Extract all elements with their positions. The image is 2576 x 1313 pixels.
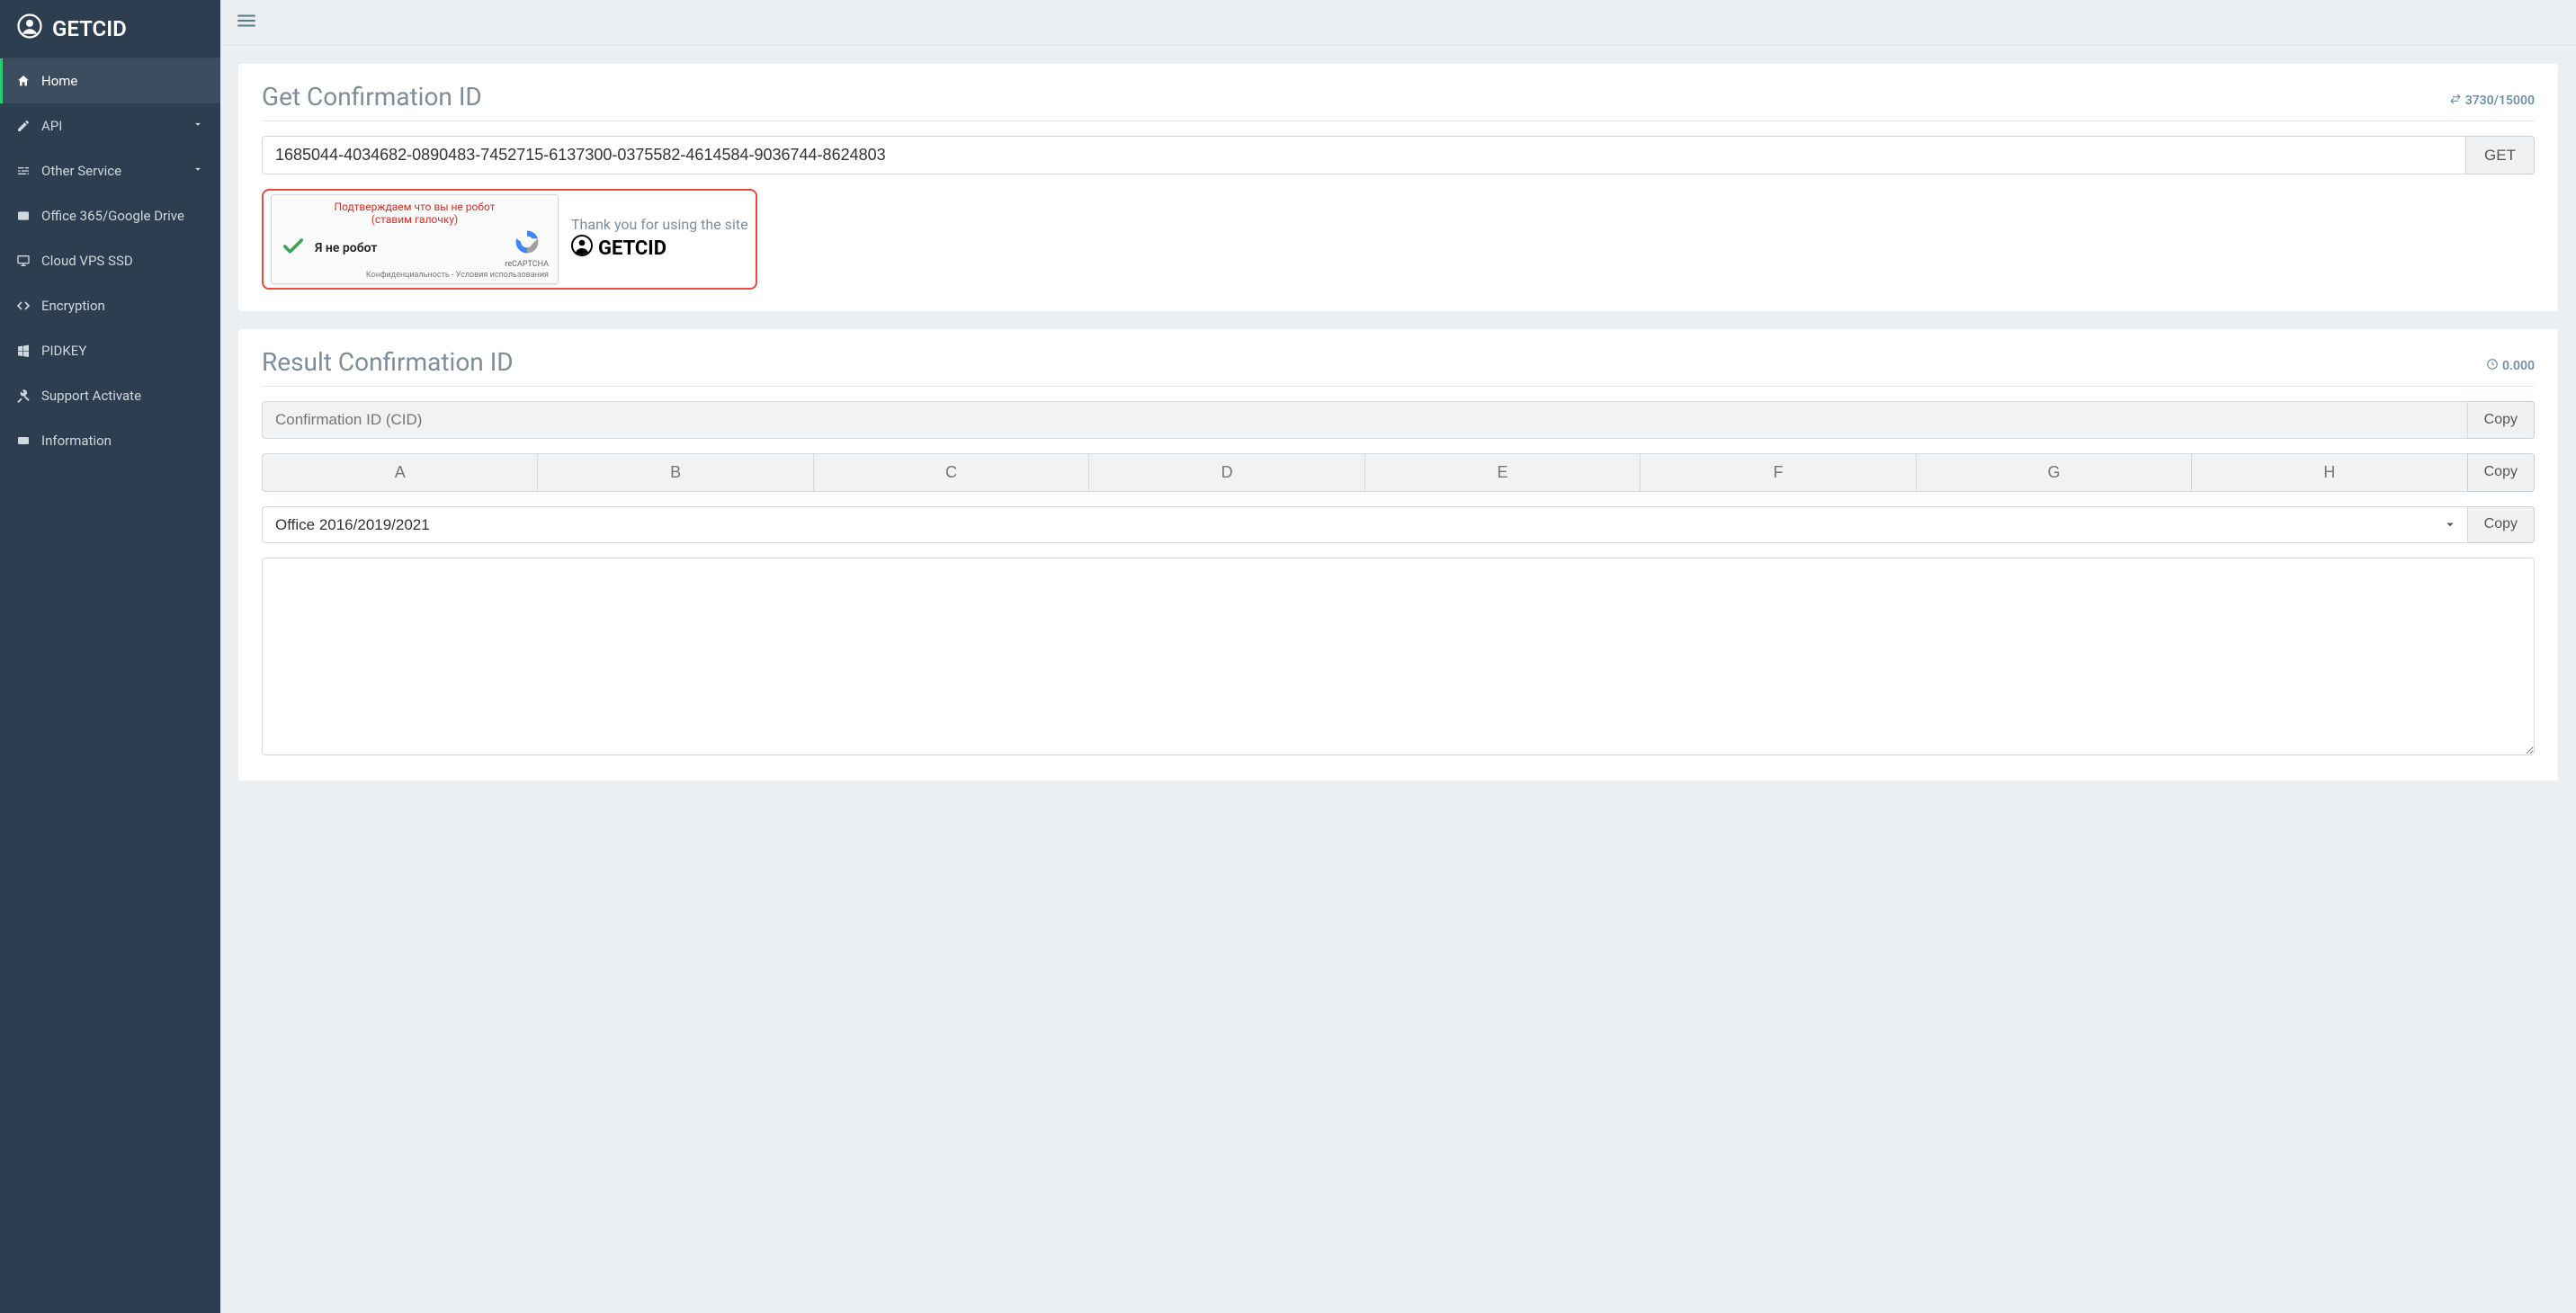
captcha-terms-link[interactable]: Условия использования (456, 271, 549, 280)
sliders-icon (16, 164, 31, 178)
card-icon (16, 209, 31, 223)
thanks-block: Thank you for using the site GETCID (571, 216, 748, 262)
sidebar-item-label: Information (41, 433, 112, 449)
sidebar-item-api[interactable]: API (0, 103, 220, 148)
monitor-icon (16, 254, 31, 268)
thanks-text: Thank you for using the site (571, 216, 748, 233)
topbar (220, 0, 2576, 46)
brand-name: GETCID (52, 16, 127, 41)
sidebar-item-cloud-vps[interactable]: Cloud VPS SSD (0, 238, 220, 283)
sidebar: GETCID Home API Other Service Office 365… (0, 0, 220, 1313)
tools-icon (16, 389, 31, 403)
cid-output[interactable] (262, 401, 2468, 439)
code-icon (16, 299, 31, 313)
recaptcha-label: reCAPTCHA (505, 260, 549, 269)
result-panel-title: Result Confirmation ID (262, 347, 514, 377)
captcha-highlight-box: Подтверждаем что вы не робот (ставим гал… (262, 189, 757, 290)
usage-counter: 3730/15000 (2449, 93, 2535, 109)
user-circle-icon (571, 235, 593, 262)
chevron-down-icon (192, 163, 204, 179)
sidebar-item-encryption[interactable]: Encryption (0, 283, 220, 328)
thanks-logo-text: GETCID (598, 237, 666, 260)
segment-c[interactable] (813, 453, 1088, 492)
sidebar-item-label: Cloud VPS SSD (41, 253, 133, 269)
sidebar-item-office365[interactable]: Office 365/Google Drive (0, 193, 220, 238)
windows-icon (16, 344, 31, 358)
chevron-down-icon (192, 118, 204, 134)
copy-script-button[interactable]: Copy (2468, 506, 2535, 543)
checkmark-icon (281, 234, 306, 263)
timing-text: 0.000 (2502, 359, 2535, 373)
product-select[interactable]: Office 2016/2019/2021 (262, 506, 2468, 543)
segment-a[interactable] (262, 453, 537, 492)
installation-id-input[interactable] (262, 136, 2466, 174)
id-icon (16, 433, 31, 448)
segments-row: Copy (262, 453, 2535, 492)
sidebar-item-pidkey[interactable]: PIDKEY (0, 328, 220, 373)
get-confirmation-panel: Get Confirmation ID 3730/15000 GET Подтв… (238, 64, 2558, 311)
get-button[interactable]: GET (2466, 136, 2535, 174)
segment-d[interactable] (1088, 453, 1364, 492)
sidebar-item-information[interactable]: Information (0, 418, 220, 463)
segment-b[interactable] (537, 453, 812, 492)
captcha-privacy-link[interactable]: Конфиденциальность (366, 271, 450, 280)
sidebar-item-home[interactable]: Home (0, 58, 220, 103)
recaptcha-widget[interactable]: Подтверждаем что вы не робот (ставим гал… (271, 194, 559, 284)
captcha-warning: Подтверждаем что вы не робот (ставим гал… (281, 201, 549, 227)
result-confirmation-panel: Result Confirmation ID 0.000 Copy (238, 329, 2558, 781)
sidebar-item-label: API (41, 118, 62, 134)
sidebar-item-other-service[interactable]: Other Service (0, 148, 220, 193)
sidebar-nav: Home API Other Service Office 365/Google… (0, 58, 220, 463)
recaptcha-icon (514, 242, 541, 259)
clock-icon (2486, 358, 2499, 374)
segment-e[interactable] (1364, 453, 1640, 492)
sidebar-item-label: Other Service (41, 163, 121, 179)
usage-counter-text: 3730/15000 (2465, 94, 2535, 108)
hamburger-icon[interactable] (235, 9, 258, 36)
user-circle-icon (16, 13, 43, 45)
segment-h[interactable] (2191, 453, 2466, 492)
sidebar-item-label: Office 365/Google Drive (41, 208, 184, 224)
timing-meta: 0.000 (2486, 358, 2535, 374)
sidebar-item-label: PIDKEY (41, 343, 86, 359)
get-panel-title: Get Confirmation ID (262, 82, 482, 112)
script-textarea[interactable] (262, 558, 2535, 755)
captcha-label: Я не робот (315, 241, 377, 255)
thanks-logo: GETCID (571, 235, 748, 262)
sidebar-item-label: Encryption (41, 298, 105, 314)
brand-header: GETCID (0, 0, 220, 58)
copy-cid-button[interactable]: Copy (2468, 401, 2535, 439)
sidebar-item-support[interactable]: Support Activate (0, 373, 220, 418)
edit-icon (16, 119, 31, 133)
swap-icon (2449, 93, 2462, 109)
sidebar-item-label: Support Activate (41, 388, 141, 404)
home-icon (16, 74, 31, 88)
captcha-footer: Конфиденциальность - Условия использован… (281, 271, 549, 280)
sidebar-item-label: Home (41, 73, 77, 89)
segment-g[interactable] (1916, 453, 2191, 492)
main: Get Confirmation ID 3730/15000 GET Подтв… (220, 0, 2576, 1313)
copy-segments-button[interactable]: Copy (2467, 453, 2535, 492)
segment-f[interactable] (1640, 453, 1915, 492)
